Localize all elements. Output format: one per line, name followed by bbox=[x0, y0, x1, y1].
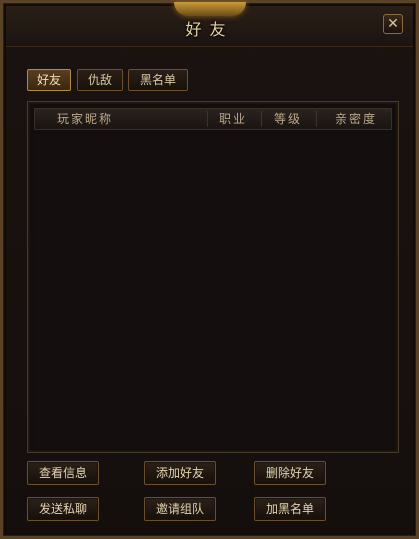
send-private-message-button[interactable]: 发送私聊 bbox=[27, 497, 99, 521]
delete-friend-button[interactable]: 删除好友 bbox=[254, 461, 326, 485]
column-divider bbox=[316, 111, 317, 127]
list-header: 玩家昵称 职业 等级 亲密度 bbox=[34, 108, 392, 130]
tab-blacklist[interactable]: 黑名单 bbox=[128, 69, 188, 91]
column-divider bbox=[207, 111, 208, 127]
column-divider bbox=[261, 111, 262, 127]
column-level[interactable]: 等级 bbox=[274, 109, 302, 129]
tab-friends[interactable]: 好友 bbox=[27, 69, 71, 91]
column-player-name[interactable]: 玩家昵称 bbox=[57, 109, 113, 129]
view-info-button[interactable]: 查看信息 bbox=[27, 461, 99, 485]
friend-list: 玩家昵称 职业 等级 亲密度 bbox=[27, 101, 399, 453]
title-ornament bbox=[173, 2, 246, 16]
column-intimacy[interactable]: 亲密度 bbox=[335, 109, 377, 129]
add-blacklist-button[interactable]: 加黑名单 bbox=[254, 497, 326, 521]
tab-enemies[interactable]: 仇敌 bbox=[77, 69, 123, 91]
window-title: 好友 bbox=[185, 20, 234, 39]
list-body[interactable] bbox=[34, 134, 392, 448]
invite-team-button[interactable]: 邀请组队 bbox=[144, 497, 216, 521]
friends-window: 好友 ✕ 好友 仇敌 黑名单 玩家昵称 职业 等级 亲密度 查看信息 添加好友 … bbox=[0, 0, 419, 539]
column-class[interactable]: 职业 bbox=[219, 109, 247, 129]
title-bar[interactable]: 好友 ✕ bbox=[6, 2, 413, 47]
close-icon[interactable]: ✕ bbox=[383, 14, 403, 34]
add-friend-button[interactable]: 添加好友 bbox=[144, 461, 216, 485]
